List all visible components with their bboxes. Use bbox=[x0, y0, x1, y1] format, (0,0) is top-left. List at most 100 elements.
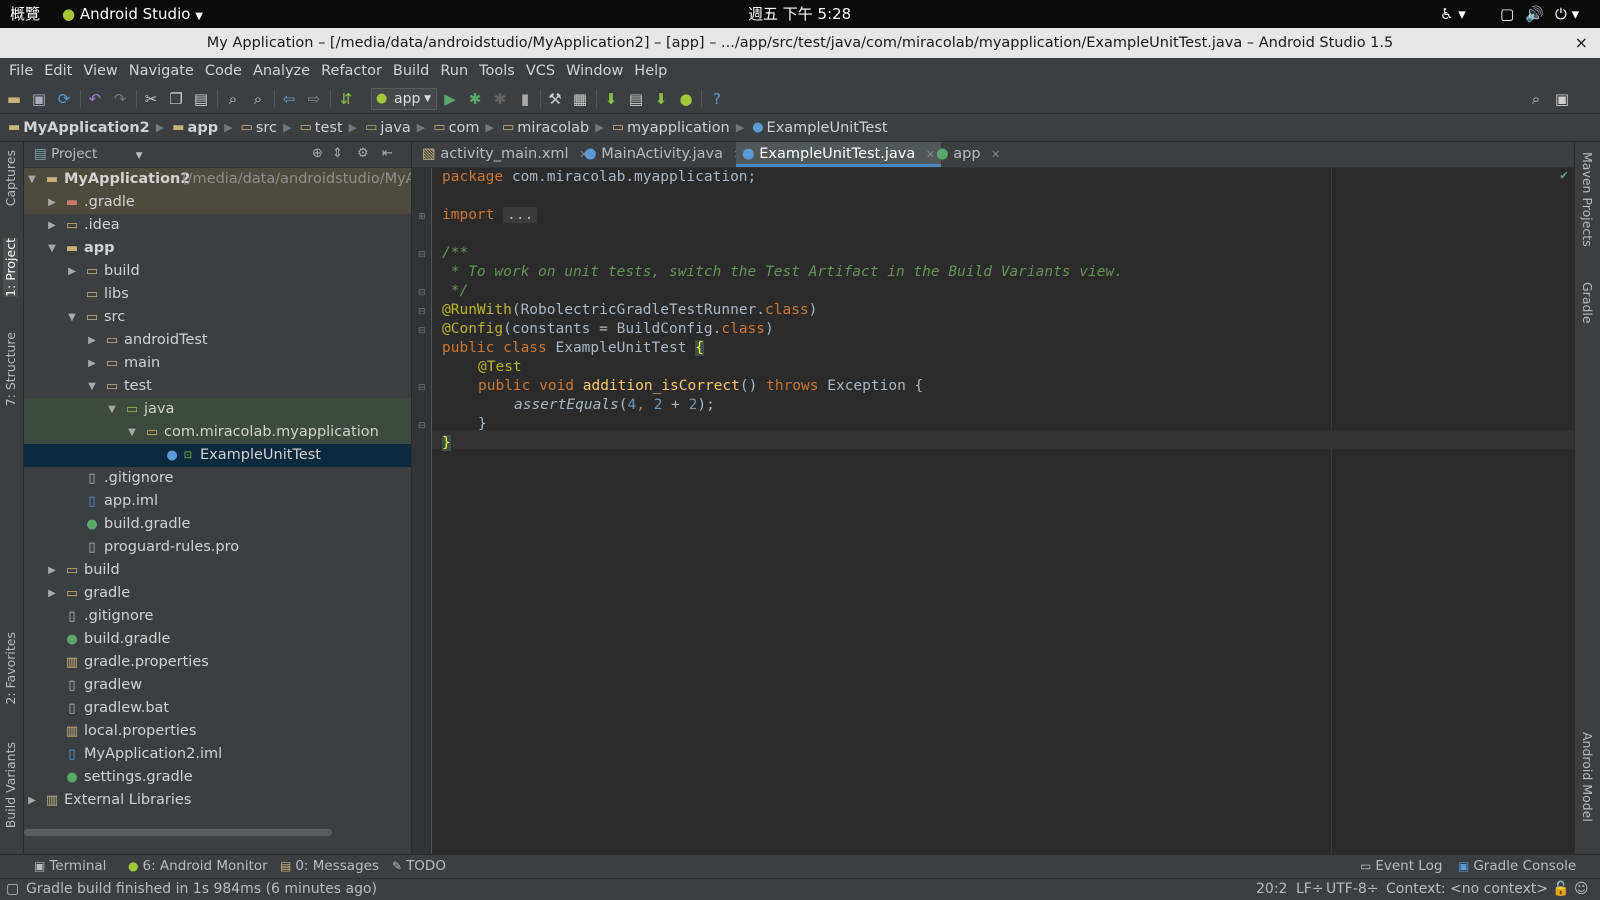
tree-item-gradle-properties[interactable]: ▥ gradle.properties bbox=[24, 651, 411, 674]
android-monitor-tool-button[interactable]: ● 6: Android Monitor bbox=[128, 858, 268, 874]
search-everywhere-icon[interactable]: ⌕ bbox=[1527, 90, 1545, 108]
code-editor[interactable]: ✔ package com.miracolab.myapplication; i… bbox=[432, 168, 1574, 854]
android-model-tab[interactable]: Android Model bbox=[1580, 732, 1595, 822]
tree-item-app[interactable]: ▼ ▬ app bbox=[24, 237, 411, 260]
fold-icon[interactable]: ⊟ bbox=[418, 307, 426, 317]
attach-debugger-icon[interactable]: ✱ bbox=[491, 90, 509, 108]
menu-analyze[interactable]: Analyze bbox=[248, 63, 316, 79]
tab-activity-main-xml[interactable]: ▧ activity_main.xml ✕ bbox=[416, 142, 594, 167]
user-icon[interactable]: ▣ bbox=[1553, 90, 1571, 108]
menu-navigate[interactable]: Navigate bbox=[124, 63, 200, 79]
context-indicator[interactable]: Context: <no context> bbox=[1386, 881, 1548, 897]
cut-icon[interactable]: ✂ bbox=[142, 90, 160, 108]
tree-item-local-properties[interactable]: ▥ local.properties bbox=[24, 720, 411, 743]
collapsed-arrow-icon[interactable]: ▶ bbox=[46, 559, 58, 582]
menu-file[interactable]: File bbox=[4, 63, 39, 79]
clock[interactable]: 週五 下午 5:28 bbox=[748, 0, 851, 28]
line-separator[interactable]: LF÷ bbox=[1296, 881, 1324, 897]
expanded-arrow-icon[interactable]: ▼ bbox=[86, 375, 98, 398]
collapsed-arrow-icon[interactable]: ▶ bbox=[86, 352, 98, 375]
save-icon[interactable]: ▣ bbox=[30, 90, 48, 108]
tree-item-gradlew[interactable]: ▯ gradlew bbox=[24, 674, 411, 697]
make-project-icon[interactable]: ⇵ bbox=[337, 90, 355, 108]
collapse-all-icon[interactable]: ⇕ bbox=[332, 146, 343, 161]
tree-item-gitignore[interactable]: ▯ .gitignore bbox=[24, 605, 411, 628]
tree-item-android-test[interactable]: ▶ ▭ androidTest bbox=[24, 329, 411, 352]
run-configuration-dropdown[interactable]: ● app ▼ bbox=[371, 88, 437, 110]
tree-item-main[interactable]: ▶ ▭ main bbox=[24, 352, 411, 375]
back-icon[interactable]: ⇦ bbox=[280, 90, 298, 108]
menu-refactor[interactable]: Refactor bbox=[316, 63, 388, 79]
tree-item-test[interactable]: ▼ ▭ test bbox=[24, 375, 411, 398]
captures-tab[interactable]: Captures bbox=[3, 150, 18, 206]
tree-item-project-iml[interactable]: ▯ MyApplication2.iml bbox=[24, 743, 411, 766]
android-device-monitor-icon[interactable]: ● bbox=[677, 90, 695, 108]
paste-icon[interactable]: ▤ bbox=[192, 90, 210, 108]
power-icon[interactable]: ⏻ ▾ bbox=[1555, 0, 1579, 28]
menu-code[interactable]: Code bbox=[200, 63, 248, 79]
tab-mainactivity-java[interactable]: ● MainActivity.java ✕ bbox=[578, 142, 749, 167]
breadcrumb-src[interactable]: ▭ src ▶ bbox=[241, 120, 298, 136]
expanded-arrow-icon[interactable]: ▼ bbox=[26, 168, 38, 191]
tree-item-app-iml[interactable]: ▯ app.iml bbox=[24, 490, 411, 513]
menu-build[interactable]: Build bbox=[388, 63, 435, 79]
tree-item-idea-dir[interactable]: ▶ ▭ .idea bbox=[24, 214, 411, 237]
tree-item-settings-gradle[interactable]: ● settings.gradle bbox=[24, 766, 411, 789]
settings-gear-icon[interactable]: ⚙ bbox=[357, 146, 369, 161]
favorites-tool-tab[interactable]: 2: Favorites bbox=[3, 632, 18, 705]
file-encoding[interactable]: UTF-8÷ bbox=[1326, 881, 1379, 897]
project-tool-tab[interactable]: 1: Project bbox=[3, 238, 18, 297]
module-settings-icon[interactable]: ▦ bbox=[571, 90, 589, 108]
maven-projects-tab[interactable]: Maven Projects bbox=[1580, 152, 1595, 247]
tree-item-gradle-dir[interactable]: ▶ ▬ .gradle bbox=[24, 191, 411, 214]
editor-gutter[interactable]: ⊞ ⊟ ⊟ ⊟ ⊟ ⊟ ⊟ bbox=[412, 168, 432, 854]
sdk-manager-icon[interactable]: ⬇ bbox=[652, 90, 670, 108]
toggle-tool-windows-icon[interactable]: ▢ bbox=[6, 881, 19, 897]
breadcrumb-java[interactable]: ▭ java ▶ bbox=[365, 120, 431, 136]
tree-item-package[interactable]: ▼ ▭ com.miracolab.myapplication bbox=[24, 421, 411, 444]
event-log-tool-button[interactable]: ▭ Event Log bbox=[1360, 858, 1442, 874]
tree-item-gradlew-bat[interactable]: ▯ gradlew.bat bbox=[24, 697, 411, 720]
tab-app-gradle[interactable]: ● app ✕ bbox=[930, 142, 1006, 167]
help-button[interactable]: ? bbox=[708, 90, 726, 108]
volume-icon[interactable]: 🔊 bbox=[1525, 0, 1544, 28]
avd-manager-icon[interactable]: ▤ bbox=[627, 90, 645, 108]
forward-icon[interactable]: ⇨ bbox=[305, 90, 323, 108]
hide-panel-icon[interactable]: ⇤ bbox=[382, 146, 393, 161]
menu-edit[interactable]: Edit bbox=[39, 63, 78, 79]
tree-item-build[interactable]: ▶ ▭ build bbox=[24, 559, 411, 582]
gradle-console-tool-button[interactable]: ▣ Gradle Console bbox=[1458, 858, 1576, 874]
open-folder-icon[interactable]: ▬ bbox=[5, 90, 23, 108]
stop-icon[interactable]: ▮ bbox=[516, 90, 534, 108]
structure-tool-tab[interactable]: 7: Structure bbox=[3, 332, 18, 406]
accessibility-icon[interactable]: ♿ ▾ bbox=[1440, 0, 1466, 28]
fold-icon[interactable]: ⊟ bbox=[418, 288, 426, 298]
collapsed-arrow-icon[interactable]: ▶ bbox=[26, 789, 38, 812]
redo-icon[interactable]: ↷ bbox=[111, 90, 129, 108]
debug-icon[interactable]: ✱ bbox=[466, 90, 484, 108]
gradle-tab[interactable]: Gradle bbox=[1580, 282, 1595, 324]
messages-tool-button[interactable]: ▤ 0: Messages bbox=[280, 858, 379, 874]
folded-imports[interactable]: ... bbox=[503, 207, 538, 223]
tree-item-proguard[interactable]: ▯ proguard-rules.pro bbox=[24, 536, 411, 559]
fold-icon[interactable]: ⊞ bbox=[418, 212, 426, 222]
close-tab-icon[interactable]: ✕ bbox=[991, 148, 1000, 161]
caret-position[interactable]: 20:2 bbox=[1256, 881, 1287, 897]
menu-help[interactable]: Help bbox=[629, 63, 673, 79]
undo-icon[interactable]: ↶ bbox=[86, 90, 104, 108]
fold-icon[interactable]: ⊟ bbox=[418, 326, 426, 336]
tree-item-build-gradle[interactable]: ● build.gradle bbox=[24, 628, 411, 651]
tree-item-app-gitignore[interactable]: ▯ .gitignore bbox=[24, 467, 411, 490]
inspector-icon[interactable]: ☺ bbox=[1574, 881, 1589, 897]
menu-tools[interactable]: Tools bbox=[474, 63, 521, 79]
breadcrumb-miracolab[interactable]: ▭ miracolab ▶ bbox=[502, 120, 610, 136]
tree-item-app-build-gradle[interactable]: ● build.gradle bbox=[24, 513, 411, 536]
expanded-arrow-icon[interactable]: ▼ bbox=[66, 306, 78, 329]
tree-item-example-unit-test[interactable]: ● ⊡ ExampleUnitTest bbox=[24, 444, 411, 467]
activities-overview[interactable]: 概覽 bbox=[10, 0, 40, 28]
todo-tool-button[interactable]: ✎ TODO bbox=[392, 858, 446, 874]
scroll-from-source-icon[interactable]: ⊕ bbox=[312, 146, 323, 161]
breadcrumb-exampleunittest[interactable]: ● ExampleUnitTest bbox=[752, 120, 887, 136]
tree-item-external-libraries[interactable]: ▶ ▥ External Libraries bbox=[24, 789, 411, 812]
fold-icon[interactable]: ⊟ bbox=[418, 383, 426, 393]
